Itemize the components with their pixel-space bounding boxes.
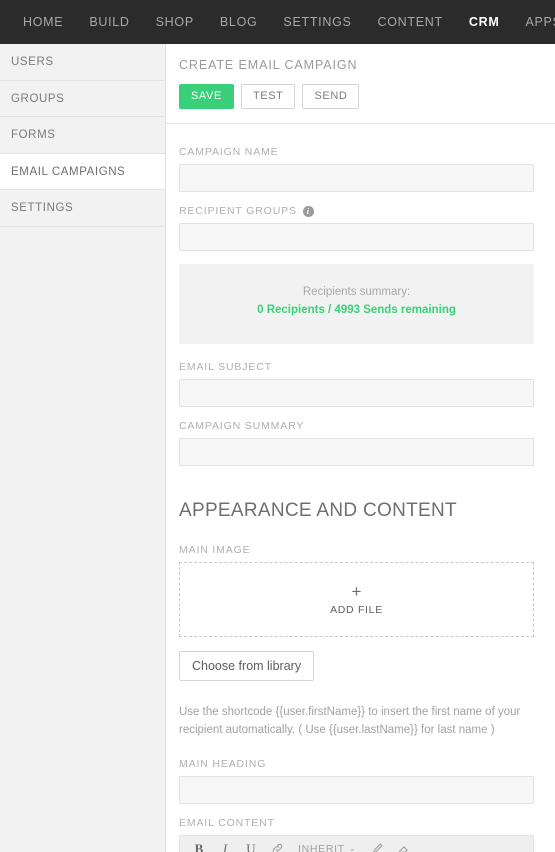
add-file-label: ADD FILE — [330, 604, 383, 616]
sidebar-item-forms[interactable]: FORMS — [0, 117, 165, 154]
plus-icon: + — [351, 582, 362, 601]
main-image-label: MAIN IMAGE — [179, 544, 251, 556]
campaign-name-label: CAMPAIGN NAME — [179, 146, 279, 158]
campaign-summary-input[interactable] — [179, 438, 534, 466]
email-subject-field: EMAIL SUBJECT — [179, 361, 534, 407]
underline-icon[interactable]: U — [239, 838, 263, 852]
sidebar-item-email-campaigns[interactable]: EMAIL CAMPAIGNS — [0, 153, 165, 190]
eraser-icon[interactable] — [391, 838, 415, 852]
save-button[interactable]: SAVE — [179, 84, 234, 109]
recipients-summary-panel: Recipients summary: 0 Recipients / 4993 … — [179, 264, 534, 344]
font-inherit-dropdown[interactable]: INHERIT ⌄ — [291, 843, 363, 852]
main-heading-field: MAIN HEADING — [179, 758, 534, 804]
campaign-name-field: CAMPAIGN NAME — [179, 146, 534, 192]
main-content: CREATE EMAIL CAMPAIGN SAVE TEST SEND CAM… — [166, 44, 555, 852]
campaign-summary-label: CAMPAIGN SUMMARY — [179, 420, 305, 432]
recipient-groups-label-text: RECIPIENT GROUPS — [179, 205, 297, 217]
send-button[interactable]: SEND — [302, 84, 360, 109]
recipient-groups-input[interactable] — [179, 223, 534, 251]
test-button[interactable]: TEST — [240, 84, 296, 109]
recipients-summary-label: Recipients summary: — [302, 286, 411, 298]
email-subject-label: EMAIL SUBJECT — [179, 361, 272, 373]
nav-item-shop[interactable]: SHOP — [143, 0, 207, 44]
nav-item-content[interactable]: CONTENT — [365, 0, 456, 44]
header-divider — [166, 123, 555, 124]
campaign-summary-field: CAMPAIGN SUMMARY — [179, 420, 534, 466]
choose-from-library-button[interactable]: Choose from library — [179, 651, 315, 681]
recipient-groups-field: RECIPIENT GROUPS i — [179, 205, 534, 251]
nav-item-crm[interactable]: CRM — [456, 0, 513, 44]
page-title: CREATE EMAIL CAMPAIGN — [179, 58, 358, 72]
recipient-groups-label: RECIPIENT GROUPS i — [179, 205, 534, 217]
email-content-label: EMAIL CONTENT — [179, 816, 275, 829]
nav-item-build[interactable]: BUILD — [76, 0, 142, 44]
font-inherit-label: INHERIT — [298, 842, 345, 852]
campaign-name-input[interactable] — [179, 164, 534, 192]
nav-item-settings[interactable]: SETTINGS — [270, 0, 364, 44]
nav-item-apps[interactable]: APPS — [512, 0, 555, 44]
sidebar: USERS GROUPS FORMS EMAIL CAMPAIGNS SETTI… — [0, 44, 166, 852]
italic-icon[interactable]: I — [213, 838, 237, 852]
email-content-editor: B I U INHERIT ⌄ — [179, 834, 534, 852]
sidebar-item-settings[interactable]: SETTINGS — [0, 190, 165, 227]
appearance-section-heading: APPEARANCE AND CONTENT — [179, 500, 457, 521]
top-navigation-bar: HOME BUILD SHOP BLOG SETTINGS CONTENT CR… — [0, 0, 555, 44]
editor-toolbar: B I U INHERIT ⌄ — [180, 835, 533, 852]
add-file-dropzone[interactable]: + ADD FILE — [179, 562, 534, 637]
shortcode-help-text: Use the shortcode {{user.firstName}} to … — [179, 706, 521, 736]
main-image-field: MAIN IMAGE + ADD FILE Choose from librar… — [179, 544, 534, 681]
main-heading-input[interactable] — [179, 775, 534, 804]
recipients-summary-value: 0 Recipients / 4993 Sends remaining — [257, 304, 456, 316]
email-subject-input[interactable] — [179, 379, 534, 407]
nav-item-blog[interactable]: BLOG — [207, 0, 271, 44]
pen-icon[interactable] — [365, 838, 389, 852]
nav-item-home[interactable]: HOME — [10, 0, 76, 44]
bold-icon[interactable]: B — [187, 838, 211, 852]
email-content-field: EMAIL CONTENT B I U INHERIT ⌄ — [179, 817, 534, 852]
chevron-down-icon: ⌄ — [348, 844, 357, 852]
sidebar-item-groups[interactable]: GROUPS — [0, 80, 165, 117]
sidebar-item-users[interactable]: USERS — [0, 44, 165, 81]
action-button-group: SAVE TEST SEND — [179, 84, 534, 123]
main-heading-label: MAIN HEADING — [179, 757, 267, 770]
link-icon[interactable] — [265, 838, 289, 852]
info-icon[interactable]: i — [302, 205, 314, 217]
